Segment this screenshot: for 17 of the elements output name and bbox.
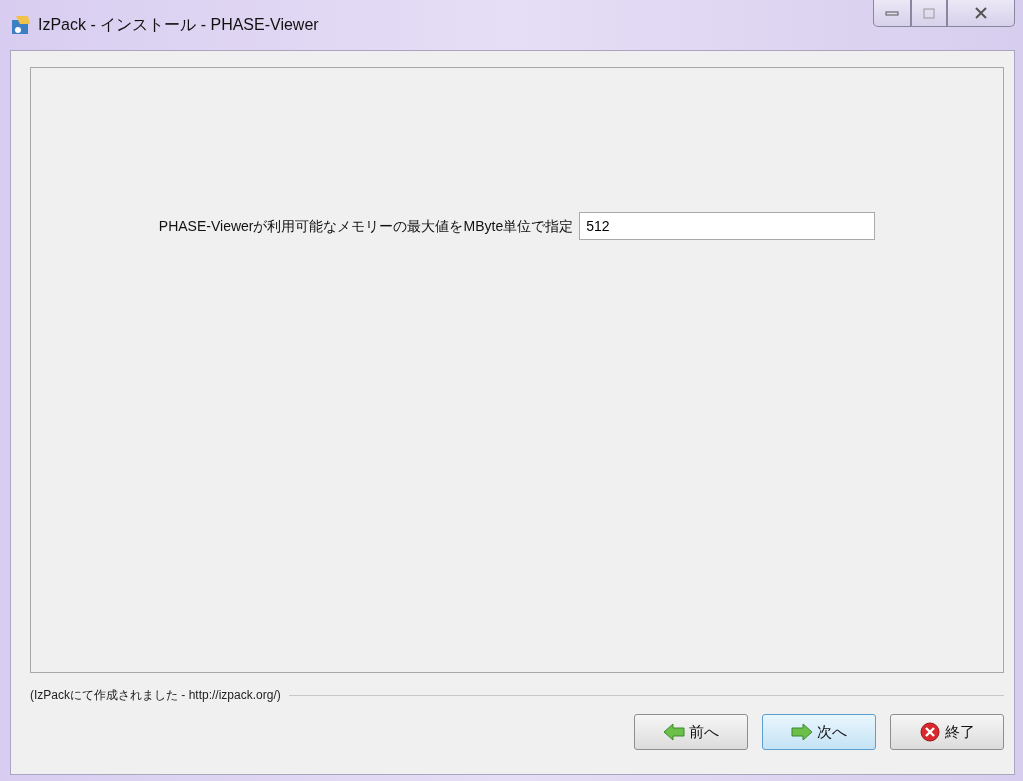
close-icon: [974, 7, 988, 19]
close-icon: [919, 722, 941, 742]
memory-input-field[interactable]: 512: [579, 212, 876, 240]
right-arrow-icon: [791, 722, 813, 742]
installer-icon: [10, 14, 32, 36]
close-button[interactable]: [947, 0, 1015, 27]
minimize-icon: [885, 9, 899, 17]
window-title: IzPack - インストール - PHASE-Viewer: [38, 14, 319, 35]
left-arrow-icon: [663, 722, 685, 742]
maximize-icon: [923, 7, 935, 19]
quit-button[interactable]: 終了: [890, 714, 1004, 750]
next-button[interactable]: 次へ: [762, 714, 876, 750]
minimize-button[interactable]: [873, 0, 911, 27]
maximize-button[interactable]: [911, 0, 947, 27]
back-button[interactable]: 前へ: [634, 714, 748, 750]
memory-label: PHASE-Viewerが利用可能なメモリーの最大値をMByte単位で指定: [158, 217, 574, 236]
credit-text: (IzPackにて作成されました - http://izpack.org/): [30, 687, 281, 704]
